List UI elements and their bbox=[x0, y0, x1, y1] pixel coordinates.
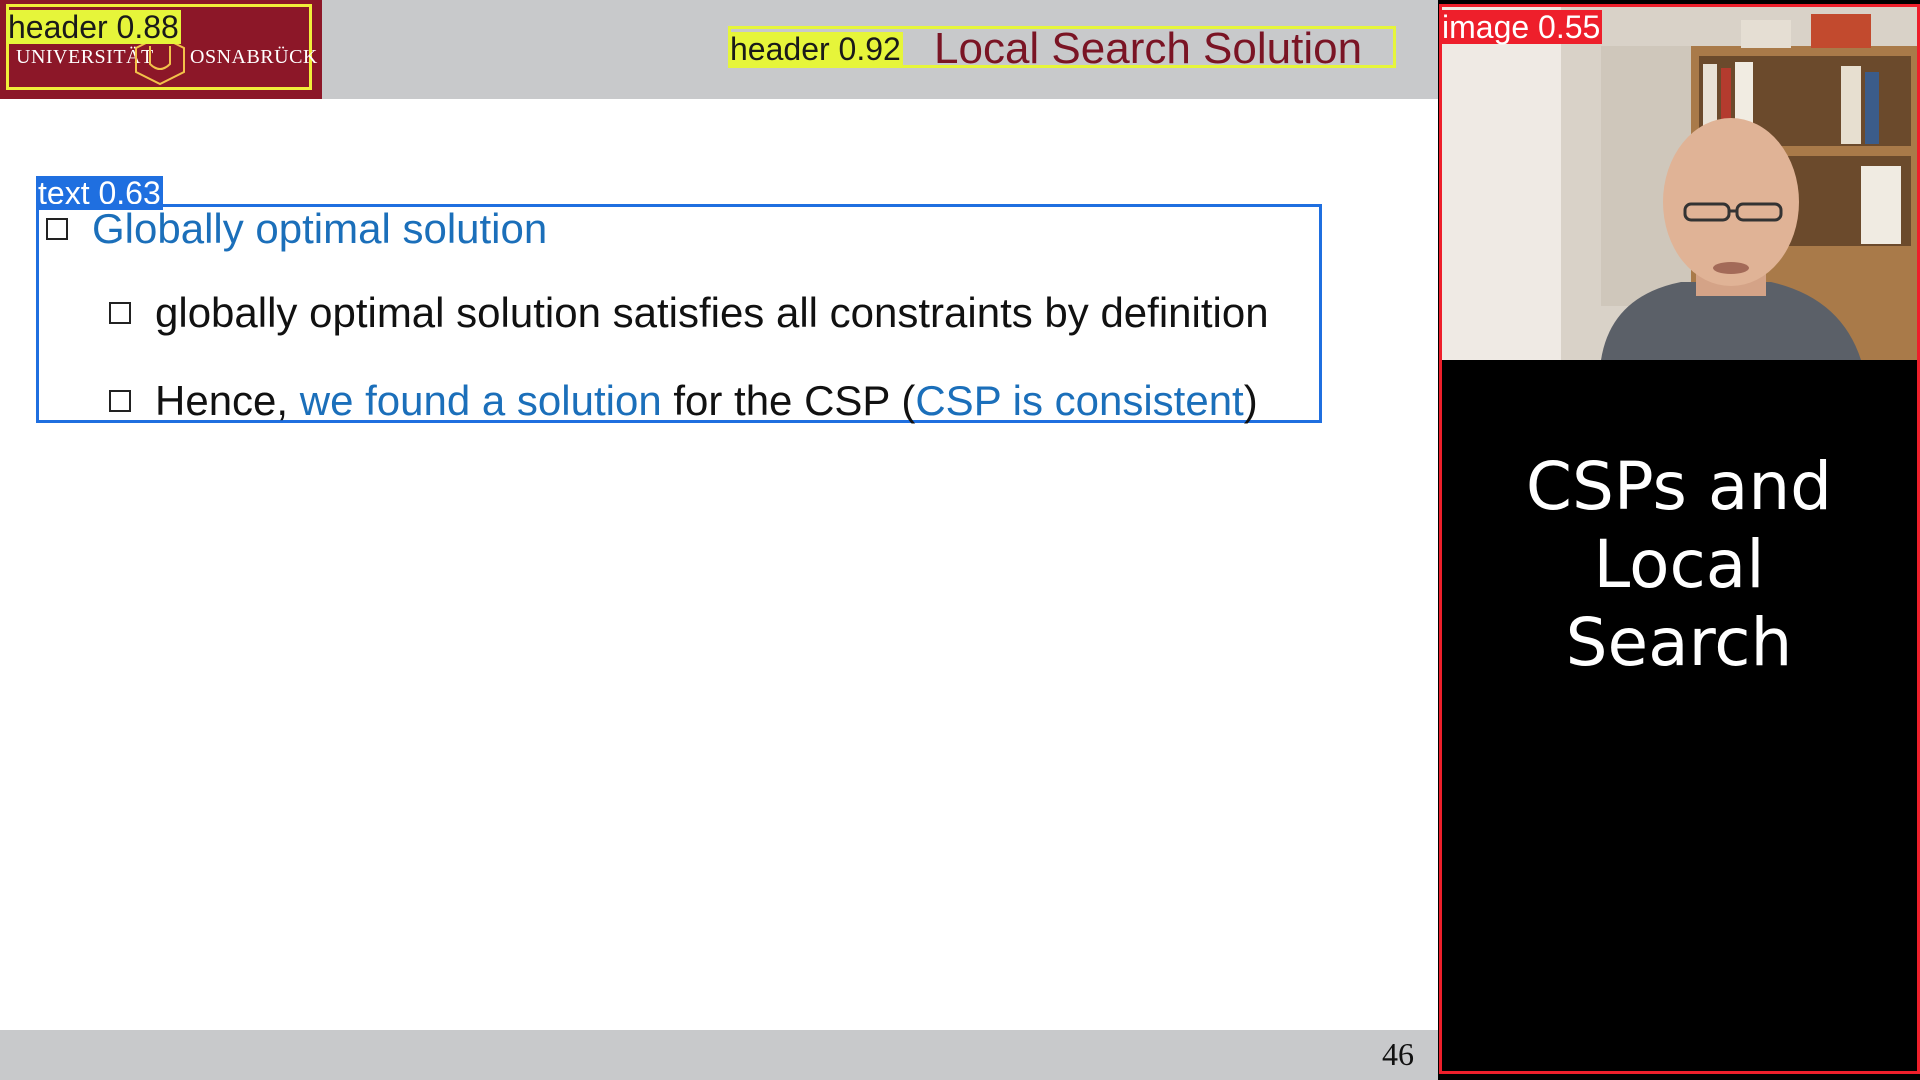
bullet-text-segment: CSP is consistent bbox=[915, 377, 1244, 424]
bullet-item-level-1: Globally optimal solution bbox=[46, 206, 547, 252]
bullet-text-segment: we found a solution bbox=[299, 377, 662, 424]
bullet-text-segment: Globally optimal solution bbox=[92, 205, 548, 252]
bullet-text-segment: ) bbox=[1243, 377, 1258, 424]
bullet-text-segment: Hence, bbox=[155, 377, 300, 424]
bullet-item-level-2: Hence, we found a solution for the CSP (… bbox=[109, 378, 1258, 424]
caption-line: CSPs and bbox=[1525, 448, 1833, 525]
logo-text-right: OSNABRÜCK bbox=[190, 46, 318, 68]
image-detection-label: image 0.55 bbox=[1440, 9, 1603, 45]
webcam-caption: CSPs and Local Search bbox=[1438, 448, 1920, 682]
bullet-item-level-2: globally optimal solution satisfies all … bbox=[109, 290, 1269, 336]
bullet-square-icon bbox=[109, 390, 131, 412]
caption-line: Search bbox=[1565, 604, 1793, 681]
lecture-slide: UNIVERSITÄT OSNABRÜCK header 0.88 header… bbox=[0, 0, 1438, 1080]
bullet-square-icon bbox=[46, 218, 68, 240]
slide-title: Local Search Solution bbox=[934, 24, 1363, 73]
bullet-square-icon bbox=[109, 302, 131, 324]
bullet-text-segment: globally optimal solution satisfies all … bbox=[155, 289, 1269, 336]
slide-footer: 46 bbox=[0, 1030, 1438, 1080]
page-number: 46 bbox=[1382, 1036, 1414, 1072]
logo-detection-label: header 0.88 bbox=[6, 9, 181, 45]
bullet-text-segment: for the CSP ( bbox=[661, 377, 916, 424]
caption-line: Local bbox=[1593, 526, 1765, 603]
title-detection-label: header 0.92 bbox=[728, 31, 903, 67]
